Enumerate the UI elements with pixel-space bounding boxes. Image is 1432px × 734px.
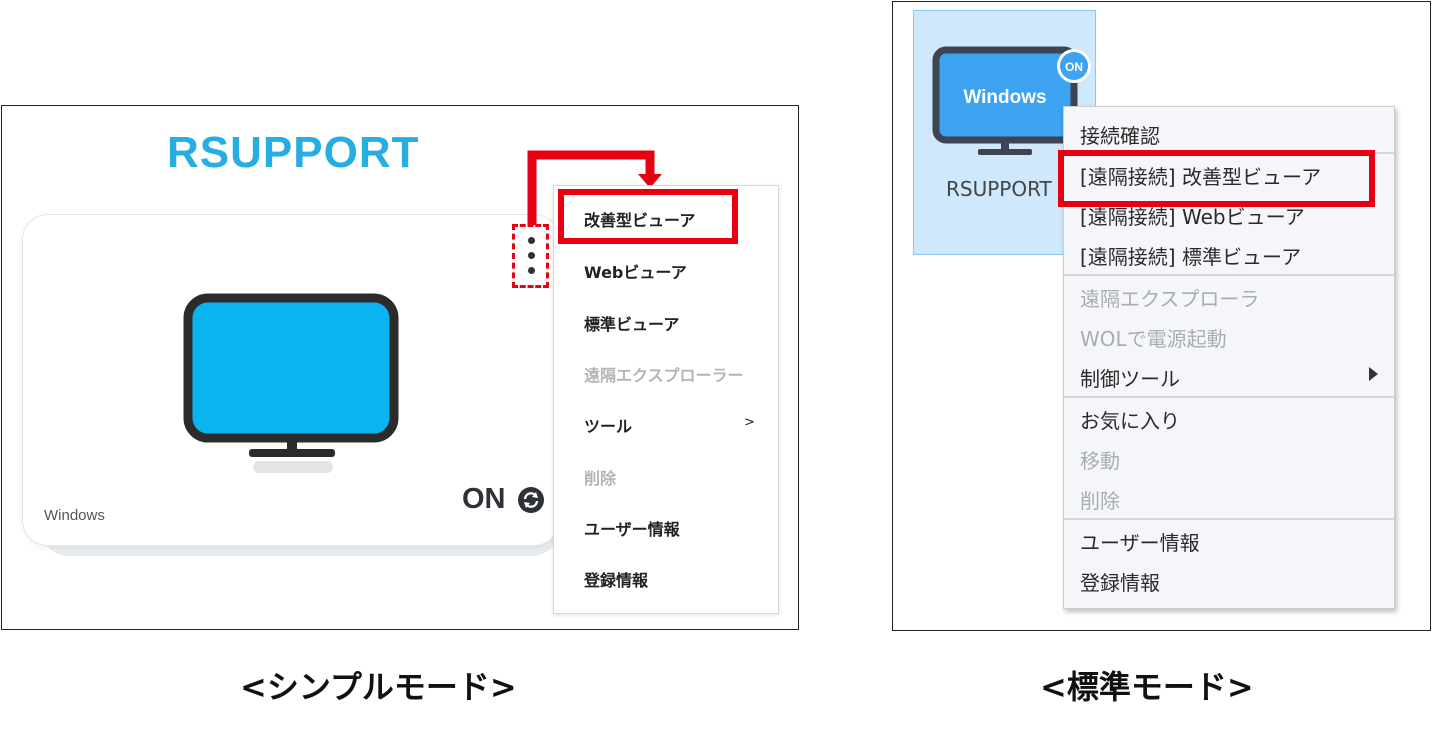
menu-item-registration-info[interactable]: 登録情報 bbox=[1080, 567, 1160, 596]
menu-item-favorites[interactable]: お気に入り bbox=[1080, 405, 1180, 434]
simple-context-menu: 改善型ビューア Webビューア 標準ビューア 遠隔エクスプローラー ツール > … bbox=[553, 185, 779, 614]
device-status: ON bbox=[462, 483, 506, 515]
device-name: RSUPPORT bbox=[946, 177, 1052, 201]
menu-item-connection-check[interactable]: 接続確認 bbox=[1080, 120, 1160, 149]
menu-item-user-info[interactable]: ユーザー情報 bbox=[584, 516, 680, 540]
chevron-right-icon: > bbox=[744, 415, 755, 430]
menu-item-registration-info[interactable]: 登録情報 bbox=[584, 567, 648, 591]
device-os-label: Windows bbox=[44, 507, 105, 524]
menu-item-remote-explorer: 遠隔エクスプローラ bbox=[1080, 287, 1260, 311]
monitor-icon bbox=[183, 293, 399, 473]
menu-separator bbox=[1064, 274, 1394, 276]
more-vertical-icon[interactable] bbox=[512, 224, 549, 288]
menu-item-delete: 削除 bbox=[1080, 489, 1120, 513]
menu-item-standard-viewer[interactable]: 標準ビューア bbox=[584, 311, 679, 335]
menu-item-remote-standard-viewer[interactable]: [遠隔接続] 標準ビューア bbox=[1080, 241, 1301, 270]
menu-item-user-info[interactable]: ユーザー情報 bbox=[1080, 527, 1200, 556]
highlight-box bbox=[558, 189, 738, 244]
menu-item-tools[interactable]: ツール bbox=[584, 413, 632, 437]
menu-item-move: 移動 bbox=[1080, 449, 1120, 473]
menu-item-wol-power-on: WOLで電源起動 bbox=[1080, 327, 1227, 351]
status-badge: ON bbox=[1065, 60, 1083, 74]
menu-separator bbox=[1064, 396, 1394, 398]
monitor-screen-label: Windows bbox=[963, 87, 1046, 108]
menu-item-delete: 削除 bbox=[584, 469, 617, 488]
highlight-box bbox=[1058, 150, 1375, 207]
menu-item-remote-explorer: 遠隔エクスプローラー bbox=[584, 366, 744, 385]
triangle-right-icon bbox=[1369, 367, 1378, 381]
simple-mode-caption: <シンプルモード> bbox=[240, 668, 517, 706]
standard-mode-caption: <標準モード> bbox=[1040, 668, 1254, 706]
menu-item-web-viewer[interactable]: Webビューア bbox=[584, 259, 687, 283]
menu-item-control-tools[interactable]: 制御ツール bbox=[1080, 363, 1180, 392]
menu-separator bbox=[1064, 518, 1394, 520]
brand-title: RSUPPORT bbox=[167, 128, 420, 177]
refresh-icon[interactable] bbox=[517, 486, 545, 514]
